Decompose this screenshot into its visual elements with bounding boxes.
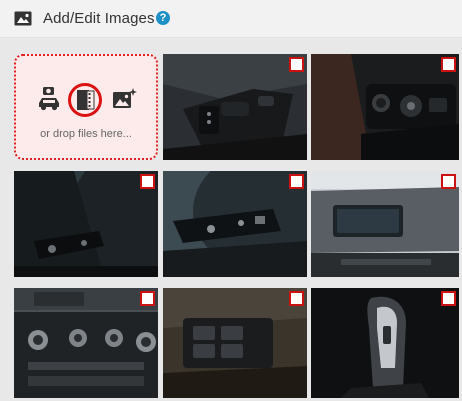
select-checkbox[interactable] [441, 174, 456, 189]
photo-thumbnail[interactable] [163, 288, 307, 398]
camera-car-icon[interactable] [37, 86, 61, 117]
select-checkbox[interactable] [140, 174, 155, 189]
photo-thumbnail[interactable] [163, 171, 307, 277]
image-gallery: or drop files here... [0, 38, 462, 401]
help-icon[interactable]: ? [156, 11, 170, 25]
photo-thumbnail[interactable] [14, 171, 158, 277]
image-sparkle-icon[interactable] [112, 87, 138, 116]
select-checkbox[interactable] [441, 291, 456, 306]
photo-thumbnail[interactable] [14, 288, 158, 398]
select-checkbox[interactable] [140, 291, 155, 306]
photo-thumbnail[interactable] [311, 171, 459, 277]
select-checkbox[interactable] [289, 291, 304, 306]
photo-thumbnail[interactable] [311, 54, 459, 160]
images-panel-header: Add/Edit Images ? [0, 0, 462, 38]
drop-files-label: or drop files here... [40, 128, 132, 140]
select-checkbox[interactable] [441, 57, 456, 72]
photo-thumbnail[interactable] [163, 54, 307, 160]
image-icon [14, 11, 32, 31]
upload-dropzone[interactable]: or drop files here... [14, 54, 158, 160]
select-checkbox[interactable] [289, 174, 304, 189]
select-checkbox[interactable] [289, 57, 304, 72]
film-strip-icon[interactable] [63, 82, 107, 123]
panel-title: Add/Edit Images [43, 10, 155, 27]
photo-thumbnail[interactable] [311, 288, 459, 398]
